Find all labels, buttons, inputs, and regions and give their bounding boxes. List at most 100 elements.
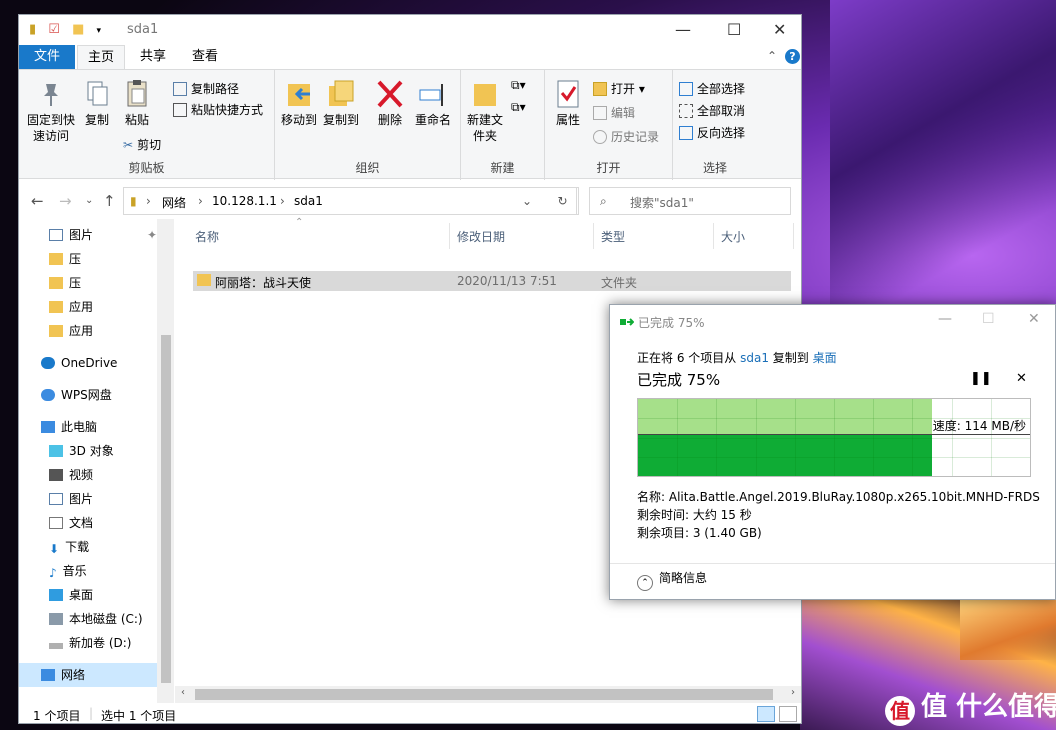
copy-to-button[interactable]: 复制到 [321, 78, 361, 128]
address-box[interactable]: ▮ › 网络 › 10.128.1.1 › sda1 ⌄ [123, 187, 579, 215]
tab-home[interactable]: 主页 [77, 45, 125, 69]
paste-button[interactable]: 粘贴 [119, 78, 155, 128]
document-icon [49, 517, 63, 529]
watermark: 值值 什么值得买 [885, 686, 1056, 726]
pause-icon[interactable]: ❚❚ [970, 371, 992, 386]
open-button[interactable]: 打开 ▾ [593, 80, 645, 97]
maximize-icon[interactable]: ☐ [982, 311, 995, 327]
pin-icon[interactable]: ▮ [29, 22, 36, 37]
destination-link[interactable]: 桌面 [813, 351, 837, 365]
new-item-button[interactable]: ⧉▾ [511, 78, 526, 93]
item-count: 1 个项目 [33, 709, 81, 723]
help-icon[interactable]: ? [785, 49, 800, 64]
clipboard-icon [122, 78, 152, 110]
cloud-icon [41, 389, 55, 401]
window-title: sda1 [127, 22, 159, 37]
network-drive-icon: ▮ [130, 194, 137, 208]
grid-line [677, 399, 678, 476]
new-folder-icon [470, 78, 500, 110]
select-none-button[interactable]: 全部取消 [679, 102, 745, 119]
music-note-icon: ♪ [49, 566, 57, 580]
up-icon[interactable]: ↑ [103, 192, 116, 210]
minimize-icon[interactable]: — [675, 20, 691, 39]
file-list-scrollbar[interactable]: ‹ › [175, 686, 801, 703]
move-to-button[interactable]: 移动到 [279, 78, 319, 128]
folder-icon [197, 274, 211, 286]
delete-button[interactable]: 删除 [373, 78, 407, 128]
edit-button[interactable]: 编辑 [593, 104, 635, 121]
copy-folder-icon [326, 78, 356, 110]
properties-icon[interactable]: ☑ [48, 22, 60, 37]
paste-shortcut-button[interactable]: 粘贴快捷方式 [173, 101, 263, 118]
file-list-scrollbar-thumb[interactable] [195, 689, 773, 700]
tab-share[interactable]: 共享 [129, 45, 177, 69]
open-folder-icon [593, 82, 607, 96]
close-icon[interactable]: ✕ [1028, 311, 1040, 327]
cancel-icon[interactable]: ✕ [1016, 371, 1027, 386]
pictures-icon [49, 493, 63, 505]
status-bar: 1 个项目 | 选中 1 个项目 [19, 703, 801, 723]
breadcrumb-sda1[interactable]: sda1 [294, 194, 323, 208]
folder-icon [49, 301, 63, 313]
pin-quick-access-button[interactable]: 固定到快速访问 [23, 78, 79, 144]
dropdown-icon[interactable]: ▾ [97, 26, 102, 36]
group-clipboard: 固定到快速访问 复制 粘贴 复制路径 粘贴快捷方式 ✂ 剪切 剪贴板 [19, 70, 275, 180]
selected-count: 选中 1 个项目 [101, 709, 177, 723]
column-header-name[interactable]: 名称 [195, 228, 219, 245]
drive-icon [49, 613, 63, 625]
address-dropdown-icon[interactable]: ⌄ [522, 194, 532, 208]
source-link[interactable]: sda1 [740, 351, 769, 365]
column-header-date[interactable]: 修改日期 [457, 228, 505, 245]
nav-scrollbar-thumb[interactable] [161, 335, 171, 683]
invert-selection-button[interactable]: 反向选择 [679, 124, 745, 141]
separator-icon: › [280, 194, 285, 208]
cut-button[interactable]: ✂ 剪切 [123, 136, 161, 153]
less-info-button[interactable]: ⌃ 简略信息 [637, 569, 707, 591]
copy-button[interactable]: 复制 [79, 78, 115, 128]
properties-button[interactable]: 属性 [551, 78, 585, 128]
copy-path-button[interactable]: 复制路径 [173, 80, 239, 97]
rename-button[interactable]: 重命名 [411, 78, 455, 128]
new-folder-button[interactable]: 新建文件夹 [467, 78, 503, 144]
folder-icon[interactable]: ■ [72, 22, 84, 37]
maximize-icon[interactable]: ☐ [727, 20, 741, 39]
column-header-size[interactable]: 大小 [721, 228, 745, 245]
scroll-left-icon[interactable]: ‹ [181, 687, 185, 698]
tab-file[interactable]: 文件 [19, 45, 75, 69]
time-left-info: 剩余时间: 大约 15 秒 [637, 508, 752, 522]
close-icon[interactable]: ✕ [773, 20, 786, 39]
cloud-icon [41, 357, 55, 369]
group-label: 打开 [596, 161, 621, 175]
tab-view[interactable]: 查看 [181, 45, 229, 69]
back-icon[interactable]: ← [31, 192, 44, 210]
scroll-right-icon[interactable]: › [791, 687, 795, 698]
grid-line [756, 399, 757, 476]
grid-line [952, 399, 953, 476]
large-icons-view-icon[interactable] [779, 706, 797, 722]
history-icon [593, 130, 607, 144]
nav-item-network[interactable]: 网络 [19, 663, 157, 687]
file-row[interactable]: 阿丽塔：战斗天使 2020/11/13 7:51 文件夹 [193, 271, 791, 291]
pushpin-icon [36, 78, 66, 110]
move-folder-icon [284, 78, 314, 110]
chevron-up-icon[interactable]: ⌃ [767, 49, 777, 63]
select-all-button[interactable]: 全部选择 [679, 80, 745, 97]
invert-selection-icon [679, 126, 693, 140]
new-item-icon: ⧉▾ [511, 78, 526, 92]
search-input[interactable]: ⌕ 搜索"sda1" [589, 187, 791, 215]
computer-icon [41, 421, 55, 433]
grid-line [834, 399, 835, 476]
status-divider: | [89, 706, 94, 720]
column-header-type[interactable]: 类型 [601, 228, 625, 245]
minimize-icon[interactable]: — [938, 311, 952, 327]
separator-icon: › [198, 194, 203, 208]
sort-arrow-icon: ⌃ [295, 217, 304, 228]
recent-chevron-icon[interactable]: ⌄ [85, 195, 93, 206]
breadcrumb-host[interactable]: 10.128.1.1 [212, 194, 277, 208]
details-view-icon[interactable] [757, 706, 775, 722]
refresh-icon[interactable]: ↻ [549, 187, 577, 215]
forward-icon[interactable]: → [59, 192, 72, 210]
history-button[interactable]: 历史记录 [593, 128, 659, 145]
breadcrumb-network[interactable]: 网络 [162, 194, 186, 211]
easy-access-button[interactable]: ⧉▾ [511, 100, 526, 115]
